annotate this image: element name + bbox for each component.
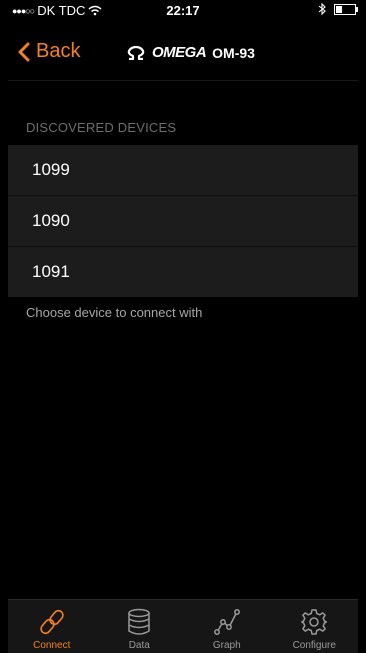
tab-label: Graph: [212, 640, 241, 651]
tab-label: Configure: [292, 640, 336, 651]
bluetooth-icon: [318, 3, 326, 15]
back-label: Back: [36, 40, 81, 62]
device-item-1099[interactable]: 1099: [8, 145, 358, 196]
battery-icon: [334, 3, 358, 15]
graph-icon: [213, 609, 240, 635]
tab-connect[interactable]: Connect: [8, 600, 96, 653]
status-right: [318, 3, 358, 15]
status-time: 22:17: [166, 3, 200, 18]
omega-logo-icon: [127, 45, 145, 60]
navigation-bar: Back OMEGA OM-93: [8, 24, 358, 81]
tab-label: Connect: [33, 640, 71, 651]
gear-icon: [301, 609, 327, 635]
tab-graph[interactable]: Graph: [183, 600, 271, 653]
instruction-text: Choose device to connect with: [26, 305, 203, 320]
tab-data[interactable]: Data: [96, 600, 184, 653]
database-icon: [128, 608, 150, 635]
tab-bar: Connect Data Graph Configure: [8, 599, 358, 653]
brand-name: OMEGA: [152, 44, 207, 61]
link-icon: [40, 609, 64, 635]
device-item-1090[interactable]: 1090: [8, 196, 358, 247]
device-item-1091[interactable]: 1091: [8, 247, 358, 297]
app-screen: ●●●○○ DK TDC 22:17 Back OMEGA OM-93 DISC…: [0, 0, 366, 653]
brand-title: OMEGA OM-93: [126, 44, 255, 61]
device-list: 1099 1090 1091: [8, 145, 358, 297]
section-header: DISCOVERED DEVICES: [26, 120, 177, 135]
model-name: OM-93: [212, 44, 255, 61]
tab-configure[interactable]: Configure: [271, 600, 359, 653]
tab-label: Data: [128, 640, 150, 651]
chevron-left-icon: [18, 42, 30, 61]
back-button[interactable]: Back: [18, 40, 80, 63]
status-bar: ●●●○○ DK TDC 22:17: [8, 0, 358, 20]
